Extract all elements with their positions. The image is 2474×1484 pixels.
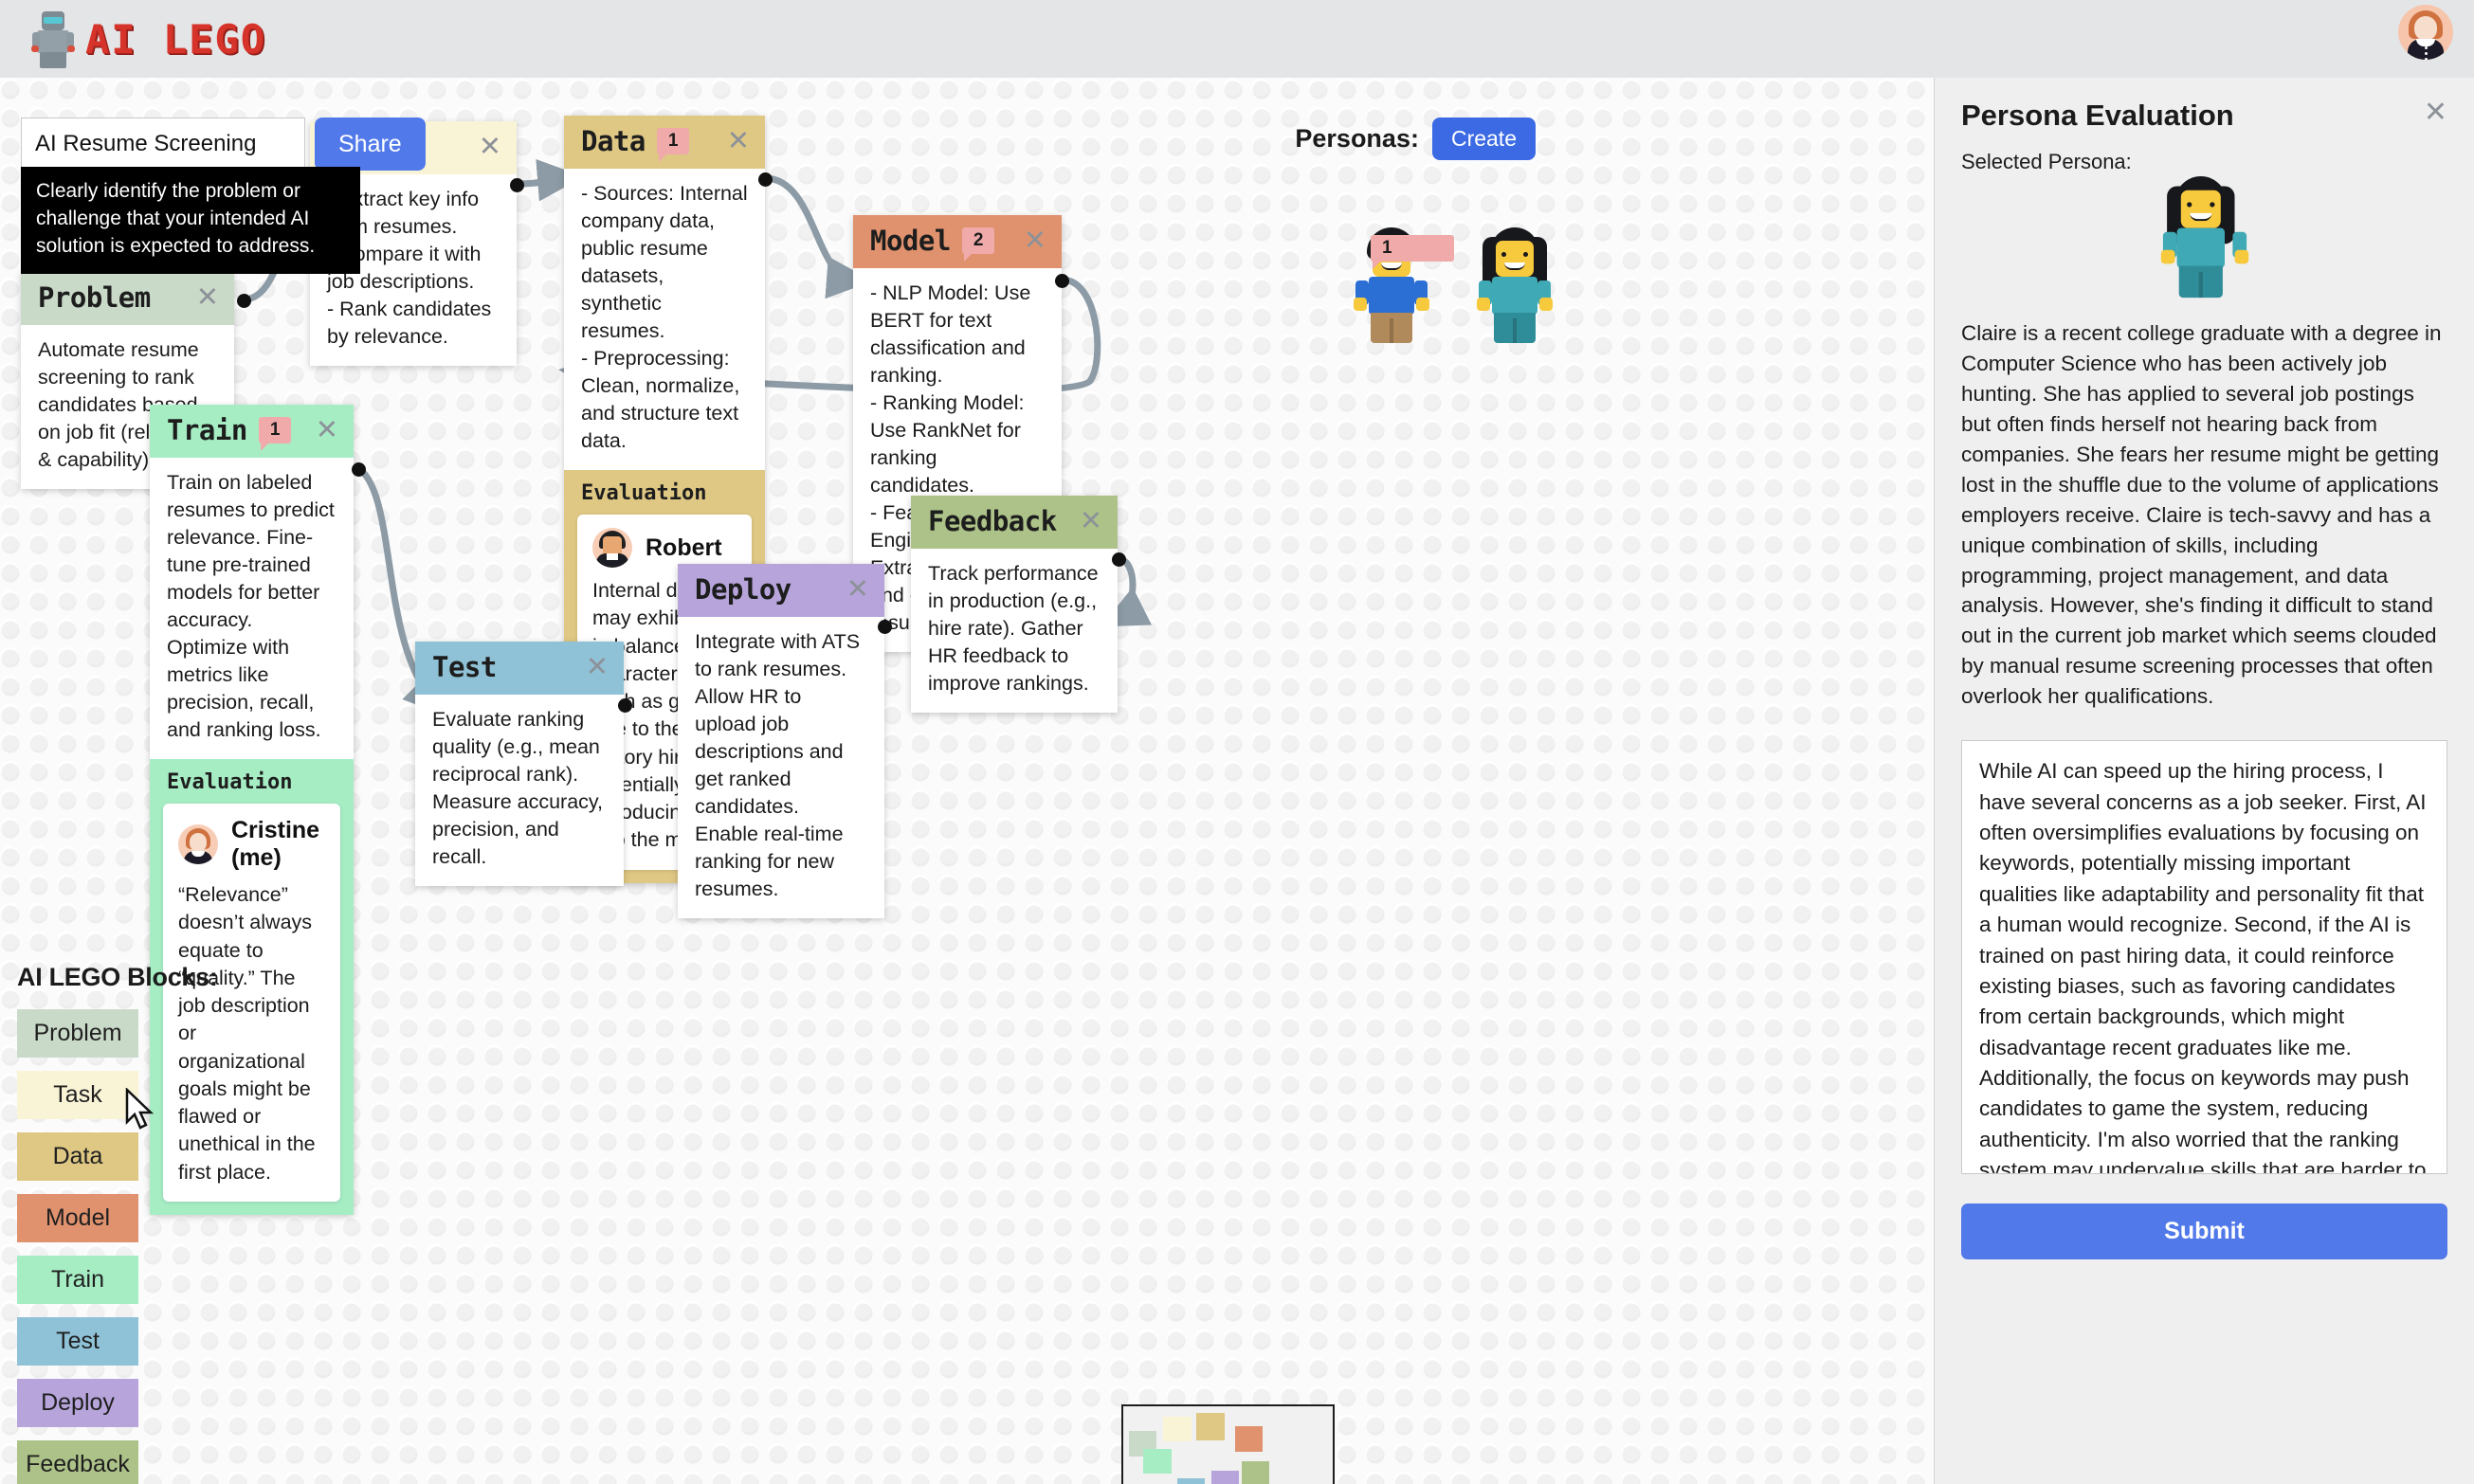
palette-item-test[interactable]: Test <box>17 1317 138 1366</box>
close-icon[interactable]: ✕ <box>196 283 219 312</box>
evaluation-person-name: Robert <box>646 534 722 561</box>
block-header-data[interactable]: Data 1 ✕ <box>564 116 765 169</box>
avatar-cristine-icon <box>178 824 218 865</box>
panel-close-icon[interactable]: ✕ <box>2424 99 2447 127</box>
block-deploy[interactable]: Deploy ✕ Integrate with ATS to rank resume… <box>678 564 884 919</box>
palette-item-model[interactable]: Model <box>17 1194 138 1242</box>
blocks-palette: AI LEGO Blocks: Problem Task Data Model Trai… <box>17 963 218 1484</box>
block-title-train: Train <box>167 414 247 446</box>
palette-item-data[interactable]: Data <box>17 1132 138 1181</box>
block-body-deploy[interactable]: Integrate with ATS to rank resumes. Allo… <box>678 617 884 919</box>
selected-persona-figure <box>1961 176 2447 301</box>
canvas-minimap[interactable] <box>1121 1404 1335 1484</box>
close-icon[interactable]: ✕ <box>846 575 869 604</box>
evaluation-label: Evaluation <box>167 770 293 795</box>
create-persona-button[interactable]: Create <box>1431 118 1536 160</box>
block-header-problem[interactable]: Problem ✕ <box>21 272 234 325</box>
block-body-test[interactable]: Evaluate ranking quality (e.g., mean rec… <box>415 695 624 887</box>
panel-header: Persona Evaluation ✕ <box>1961 99 2447 133</box>
selected-persona-label: Selected Persona: <box>1961 150 2132 173</box>
block-header-train[interactable]: Train 1 ✕ <box>150 405 354 458</box>
evaluation-person-name: Cristine (me) <box>231 817 320 872</box>
close-icon[interactable]: ✕ <box>1024 226 1046 255</box>
block-title-deploy: Deploy <box>695 573 791 606</box>
palette-item-train[interactable]: Train <box>17 1256 138 1304</box>
persona-figure-list: 1 <box>1350 227 1556 343</box>
block-header-feedback[interactable]: Feedback ✕ <box>911 496 1118 549</box>
persona-badge: 1 <box>1371 235 1454 269</box>
app-logo: AI LEGO <box>31 9 267 68</box>
persona-evaluation-panel: Persona Evaluation ✕ Selected Persona: C… <box>1934 78 2474 1484</box>
minimap-block <box>1211 1471 1239 1484</box>
close-icon[interactable]: ✕ <box>586 653 609 681</box>
block-header-deploy[interactable]: Deploy ✕ <box>678 564 884 617</box>
block-badge-data: 1 <box>656 128 690 162</box>
block-title-model: Model <box>870 225 951 257</box>
personas-label: Personas: <box>1295 124 1419 153</box>
lego-robot-minifig-icon <box>31 9 75 68</box>
block-title-data: Data <box>581 125 646 157</box>
minimap-block <box>1196 1413 1225 1440</box>
connector-dot[interactable] <box>352 462 366 477</box>
block-body-feedback[interactable]: Track performance in production (e.g., h… <box>911 549 1118 714</box>
block-feedback[interactable]: Feedback ✕ Track performance in production… <box>911 496 1118 714</box>
connector-dot[interactable] <box>510 178 524 192</box>
persona-male-figure-icon[interactable]: 1 <box>1350 227 1454 343</box>
connector-dot[interactable] <box>878 620 892 634</box>
app-title: AI LEGO <box>85 15 267 63</box>
persona-female-figure-icon <box>2156 176 2252 308</box>
palette-item-feedback[interactable]: Feedback <box>17 1440 138 1484</box>
share-button[interactable]: Share <box>315 118 426 171</box>
palette-item-task[interactable]: Task <box>17 1071 138 1119</box>
user-avatar-icon[interactable] <box>2398 5 2453 60</box>
project-toolbar: Share <box>21 118 426 171</box>
connector-dot[interactable] <box>1055 274 1069 288</box>
persona-female-figure-icon[interactable] <box>1473 227 1556 343</box>
minimap-block <box>1242 1461 1269 1484</box>
avatar-robert-icon <box>592 528 632 569</box>
problem-tooltip: Clearly identify the problem or challeng… <box>21 167 360 274</box>
minimap-block <box>1143 1449 1172 1474</box>
evaluation-person: Robert <box>592 528 737 569</box>
close-icon[interactable]: ✕ <box>316 416 338 444</box>
minimap-block <box>1163 1417 1192 1441</box>
board-canvas[interactable]: Share Personas: Create 1 Clearly identif… <box>0 78 1934 1484</box>
minimap-block <box>1235 1426 1263 1452</box>
connector-dot[interactable] <box>618 698 632 713</box>
palette-title: AI LEGO Blocks: <box>17 963 218 991</box>
close-icon[interactable]: ✕ <box>1080 507 1102 535</box>
close-icon[interactable]: ✕ <box>727 127 750 155</box>
block-title-test: Test <box>432 651 497 683</box>
persona-description: Claire is a recent college graduate with… <box>1961 321 2442 709</box>
minimap-block <box>1177 1478 1205 1484</box>
submit-button[interactable]: Submit <box>1961 1203 2447 1260</box>
block-test[interactable]: Test ✕ Evaluate ranking quality (e.g., mea… <box>415 642 624 887</box>
block-body-train[interactable]: Train on labeled resumes to predict rele… <box>150 458 354 760</box>
app-header: AI LEGO <box>0 0 2474 78</box>
palette-item-deploy[interactable]: Deploy <box>17 1379 138 1427</box>
block-badge-model: 2 <box>961 227 995 262</box>
close-icon[interactable]: ✕ <box>479 133 501 161</box>
block-header-test[interactable]: Test ✕ <box>415 642 624 695</box>
block-title-problem: Problem <box>38 281 151 314</box>
evaluation-person: Cristine (me) <box>178 817 325 872</box>
evaluation-response-textarea[interactable] <box>1961 740 2447 1175</box>
connector-dot[interactable] <box>1112 552 1126 567</box>
project-title-input[interactable] <box>21 118 305 171</box>
block-badge-train: 1 <box>258 417 292 451</box>
palette-item-problem[interactable]: Problem <box>17 1009 138 1058</box>
evaluation-label: Evaluation <box>581 481 707 506</box>
connector-dot[interactable] <box>758 172 773 187</box>
block-body-data[interactable]: - Sources: Internal company data, public… <box>564 169 765 471</box>
personas-toolbar: Personas: Create <box>1295 118 1536 160</box>
connector-dot[interactable] <box>237 294 251 308</box>
panel-title: Persona Evaluation <box>1961 99 2234 132</box>
block-title-feedback: Feedback <box>928 505 1057 537</box>
block-header-model[interactable]: Model 2 ✕ <box>853 215 1062 268</box>
